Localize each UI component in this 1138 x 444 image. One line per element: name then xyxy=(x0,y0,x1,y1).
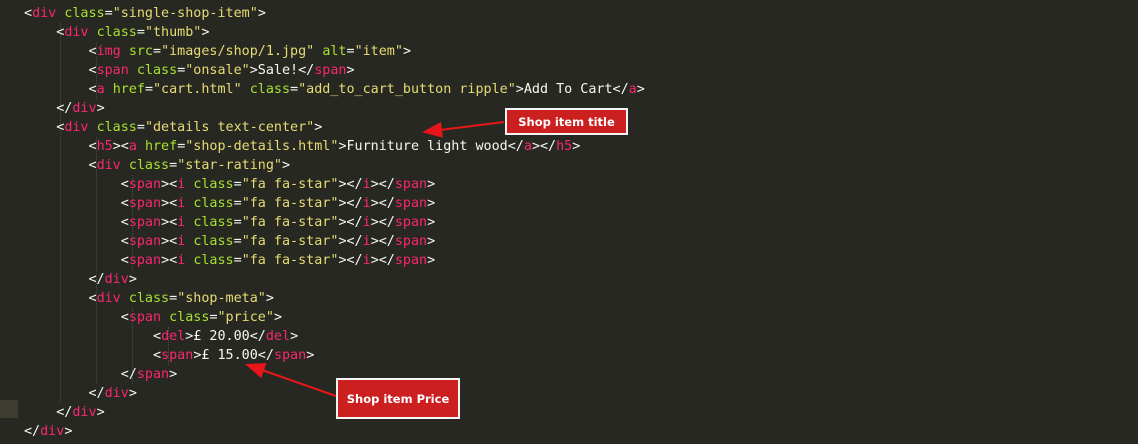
shop-item-price-callout: Shop item Price xyxy=(336,378,460,419)
price-arrow xyxy=(245,363,337,397)
callout-label: Shop item Price xyxy=(346,391,450,406)
annotation-arrows xyxy=(245,121,505,397)
callout-label: Shop item title xyxy=(518,114,615,129)
shop-item-title-callout: Shop item title xyxy=(505,108,628,135)
title-arrow xyxy=(422,121,505,138)
